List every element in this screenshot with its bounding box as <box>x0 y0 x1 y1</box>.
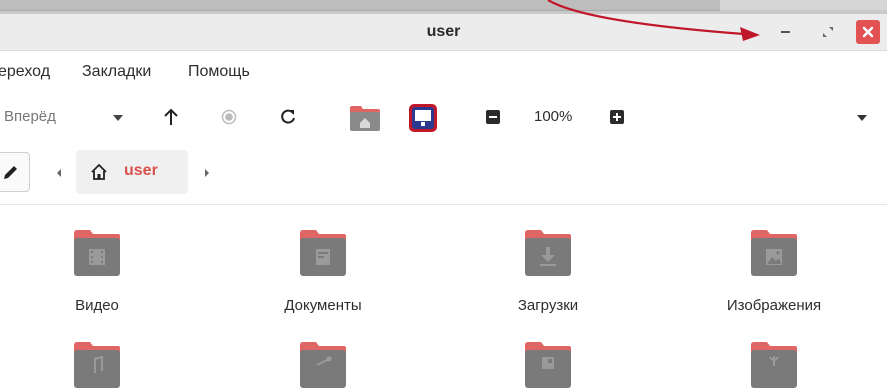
close-icon <box>862 26 874 38</box>
file-item-documents[interactable]: Документы <box>243 205 403 325</box>
film-folder-icon <box>74 230 120 276</box>
file-item-pictures[interactable]: Изображения <box>694 205 854 325</box>
file-label: Документы <box>284 297 362 314</box>
file-grid: Видео Документы Загрузки Изображения <box>0 205 887 388</box>
public-folder-icon <box>751 342 797 388</box>
document-folder-icon <box>300 230 346 276</box>
breadcrumb-home[interactable]: user <box>76 150 188 194</box>
file-item-templates[interactable] <box>468 317 628 388</box>
file-label: Загрузки <box>517 297 579 314</box>
chevron-left-icon <box>57 169 61 177</box>
window-titlebar[interactable]: user <box>0 14 887 51</box>
arrow-up-icon <box>164 108 178 125</box>
computer-button[interactable] <box>407 102 439 134</box>
maximize-button[interactable] <box>816 20 840 44</box>
template-folder-icon <box>525 342 571 388</box>
up-button[interactable] <box>160 106 182 128</box>
file-item-other[interactable] <box>694 317 854 388</box>
share-folder-icon <box>300 342 346 388</box>
triangle-down-icon <box>857 115 867 121</box>
image-folder-icon <box>751 230 797 276</box>
menu-item-go[interactable]: ереход <box>0 63 50 81</box>
minimize-button[interactable] <box>773 20 797 44</box>
pathbar: user <box>0 146 887 205</box>
desktop-strip <box>0 0 887 14</box>
pencil-icon <box>4 166 17 179</box>
close-button[interactable] <box>856 20 880 44</box>
maximize-icon <box>823 27 833 37</box>
forward-dropdown-button[interactable] <box>108 109 128 127</box>
reload-icon <box>281 109 295 124</box>
triangle-down-icon <box>113 115 123 121</box>
stop-icon <box>221 109 237 125</box>
edit-path-button[interactable] <box>0 152 30 192</box>
file-label: Видео <box>75 297 119 314</box>
reload-button[interactable] <box>277 106 299 128</box>
menu-item-help[interactable]: Помощь <box>188 63 250 81</box>
path-scroll-right-button[interactable] <box>200 164 214 182</box>
home-icon <box>91 163 107 180</box>
file-label: Изображения <box>726 297 822 314</box>
breadcrumb-label: user <box>124 162 158 179</box>
forward-button-label[interactable]: Вперёд <box>4 108 56 125</box>
zoom-level[interactable]: 100% <box>534 108 572 125</box>
download-folder-icon <box>525 230 571 276</box>
menu-item-bookmarks[interactable]: Закладки <box>82 63 151 81</box>
music-folder-icon <box>74 342 120 388</box>
zoom-out-button[interactable] <box>484 108 502 126</box>
home-folder-button[interactable] <box>348 103 382 133</box>
window-title: user <box>426 23 461 40</box>
path-scroll-left-button[interactable] <box>52 164 66 182</box>
file-item-downloads[interactable]: Загрузки <box>468 205 628 325</box>
menubar: ереход Закладки Помощь <box>0 51 887 95</box>
plus-square-icon <box>610 110 624 124</box>
file-item-videos[interactable]: Видео <box>17 205 177 325</box>
file-item-music[interactable] <box>17 317 177 388</box>
file-item-public[interactable] <box>243 317 403 388</box>
home-folder-icon <box>350 106 380 131</box>
zoom-in-button[interactable] <box>608 108 626 126</box>
view-options-dropdown[interactable] <box>852 109 872 127</box>
stop-button[interactable] <box>218 106 240 128</box>
chevron-right-icon <box>205 169 209 177</box>
desktop-panel <box>0 0 720 11</box>
minus-square-icon <box>486 110 500 124</box>
desktop-panel-right <box>720 0 887 10</box>
monitor-icon <box>409 104 437 132</box>
minimize-icon <box>780 31 790 33</box>
toolbar: Вперёд 100% <box>0 95 887 140</box>
